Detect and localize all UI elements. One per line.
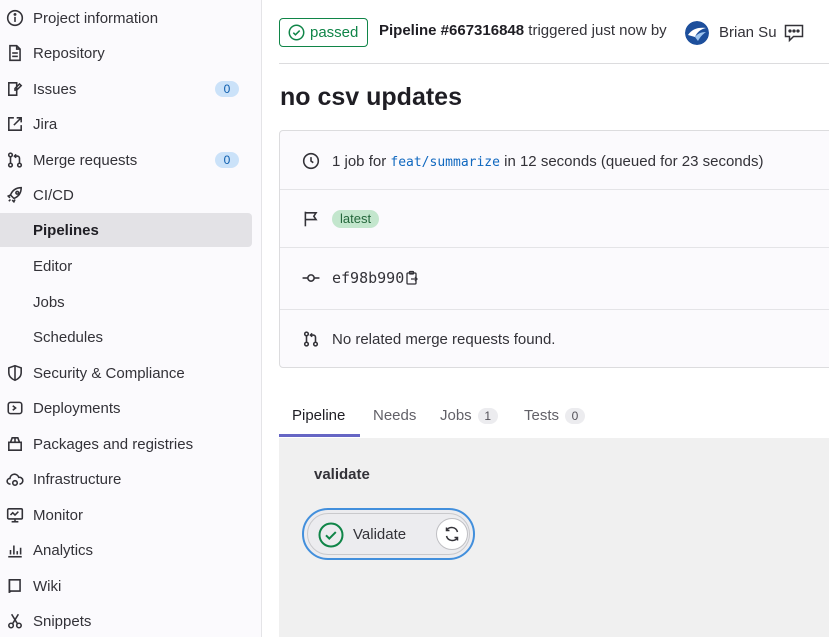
- tests-count-badge: 0: [565, 407, 586, 424]
- sidebar-item-label: Infrastructure: [33, 470, 122, 488]
- sidebar-item-schedules[interactable]: Schedules: [0, 320, 252, 354]
- sidebar-item-label: Jobs: [33, 293, 65, 311]
- sidebar-item-issues[interactable]: Issues 0: [0, 72, 252, 106]
- success-check-icon: [318, 522, 344, 548]
- sidebar-item-label: Analytics: [33, 541, 94, 559]
- tab-pipeline[interactable]: Pipeline: [292, 393, 345, 438]
- comment-icon[interactable]: [783, 22, 805, 44]
- sidebar: Project information Repository Issues 0 …: [0, 0, 262, 637]
- sidebar-item-merge-requests[interactable]: Merge requests 0: [0, 143, 252, 177]
- sidebar-item-label: Packages and registries: [33, 435, 194, 453]
- monitor-icon: [6, 506, 24, 524]
- job-summary-text: 1 job for feat/summarize in 12 seconds (…: [332, 152, 764, 170]
- external-link-icon: [6, 115, 24, 133]
- tab-needs[interactable]: Needs: [373, 393, 416, 438]
- user-name-link[interactable]: Brian Su: [719, 24, 777, 41]
- sidebar-item-security-compliance[interactable]: Security & Compliance: [0, 356, 252, 390]
- sidebar-item-jira[interactable]: Jira: [0, 107, 252, 141]
- sidebar-item-label: Schedules: [33, 328, 104, 346]
- row-divider: [280, 189, 829, 190]
- pipeline-info-card: 1 job for feat/summarize in 12 seconds (…: [279, 130, 829, 368]
- pipeline-graph: validate Validate: [279, 438, 829, 637]
- sidebar-item-wiki[interactable]: Wiki: [0, 569, 252, 603]
- avatar[interactable]: [685, 21, 709, 45]
- deployments-icon: [6, 399, 24, 417]
- cloud-gear-icon: [6, 470, 24, 488]
- check-circle-icon: [288, 24, 305, 41]
- sidebar-item-label: Merge requests: [33, 151, 138, 169]
- pipeline-id: Pipeline #667316848: [379, 22, 525, 39]
- commit-row: ef98b990: [280, 268, 829, 288]
- active-tab-indicator: [279, 434, 360, 437]
- commit-icon: [302, 269, 320, 287]
- pipeline-header-text: Pipeline #667316848 triggered just now b…: [379, 22, 667, 39]
- sidebar-item-infrastructure[interactable]: Infrastructure: [0, 462, 252, 496]
- tab-tests[interactable]: Tests 0: [524, 393, 586, 438]
- pipeline-tabs: Pipeline Needs Jobs 1 Tests 0: [279, 393, 829, 438]
- row-divider: [280, 309, 829, 310]
- sidebar-item-ci-cd[interactable]: CI/CD: [0, 178, 252, 212]
- header-divider: [279, 63, 829, 64]
- latest-badge: latest: [332, 210, 380, 228]
- sidebar-item-label: Monitor: [33, 506, 84, 524]
- branch-link[interactable]: feat/summarize: [390, 155, 500, 170]
- triggered-text: triggered just now by: [528, 22, 667, 39]
- row-divider: [280, 247, 829, 248]
- merge-request-icon: [6, 151, 24, 169]
- sidebar-item-label: Issues: [33, 80, 77, 98]
- issues-count-badge: 0: [215, 81, 239, 97]
- chart-icon: [6, 541, 24, 559]
- book-icon: [6, 577, 24, 595]
- no-merge-requests-text: No related merge requests found.: [332, 330, 556, 348]
- sidebar-item-pipelines[interactable]: Pipelines: [0, 213, 252, 247]
- merge-request-icon: [302, 330, 320, 348]
- sidebar-item-analytics[interactable]: Analytics: [0, 533, 252, 567]
- job-inner: Validate: [307, 513, 470, 555]
- commit-sha-link[interactable]: ef98b990: [332, 269, 404, 287]
- sidebar-item-label: Wiki: [33, 577, 62, 595]
- issues-icon: [6, 80, 24, 98]
- clock-icon: [302, 152, 320, 170]
- merge-requests-row: No related merge requests found.: [280, 329, 829, 349]
- document-icon: [6, 44, 24, 62]
- sidebar-item-label: CI/CD: [33, 186, 74, 204]
- status-label: passed: [310, 24, 359, 41]
- jobs-count-badge: 1: [477, 407, 498, 424]
- tab-jobs[interactable]: Jobs 1: [440, 393, 498, 438]
- sidebar-item-label: Deployments: [33, 399, 121, 417]
- rocket-icon: [6, 186, 24, 204]
- sidebar-item-label: Snippets: [33, 612, 92, 630]
- job-name: Validate: [353, 526, 407, 543]
- info-icon: [6, 9, 24, 27]
- sidebar-item-label: Jira: [33, 115, 58, 133]
- sidebar-item-label: Project information: [33, 9, 159, 27]
- package-icon: [6, 435, 24, 453]
- pipeline-status-badge[interactable]: passed: [279, 18, 368, 47]
- sidebar-item-snippets[interactable]: Snippets: [0, 604, 252, 637]
- job-validate[interactable]: Validate: [302, 508, 475, 560]
- retry-icon: [445, 526, 459, 542]
- badges-row: latest: [280, 209, 829, 229]
- flag-icon: [302, 210, 320, 228]
- sidebar-item-label: Pipelines: [33, 221, 99, 239]
- merge-requests-count-badge: 0: [215, 152, 239, 168]
- sidebar-item-label: Repository: [33, 44, 105, 62]
- stage-title: validate: [314, 466, 370, 483]
- sidebar-item-editor[interactable]: Editor: [0, 249, 252, 283]
- job-summary-row: 1 job for feat/summarize in 12 seconds (…: [280, 151, 829, 171]
- sidebar-item-packages-registries[interactable]: Packages and registries: [0, 427, 252, 461]
- sidebar-item-project-information[interactable]: Project information: [0, 1, 252, 35]
- page-title: no csv updates: [280, 83, 462, 111]
- sidebar-item-label: Editor: [33, 257, 73, 275]
- sidebar-item-deployments[interactable]: Deployments: [0, 391, 252, 425]
- shield-icon: [6, 364, 24, 382]
- copy-to-clipboard-icon[interactable]: [404, 270, 420, 286]
- sidebar-item-jobs[interactable]: Jobs: [0, 285, 252, 319]
- sidebar-item-label: Security & Compliance: [33, 364, 185, 382]
- retry-button[interactable]: [436, 518, 468, 550]
- scissors-icon: [6, 612, 24, 630]
- sidebar-item-repository[interactable]: Repository: [0, 36, 252, 70]
- sidebar-item-monitor[interactable]: Monitor: [0, 498, 252, 532]
